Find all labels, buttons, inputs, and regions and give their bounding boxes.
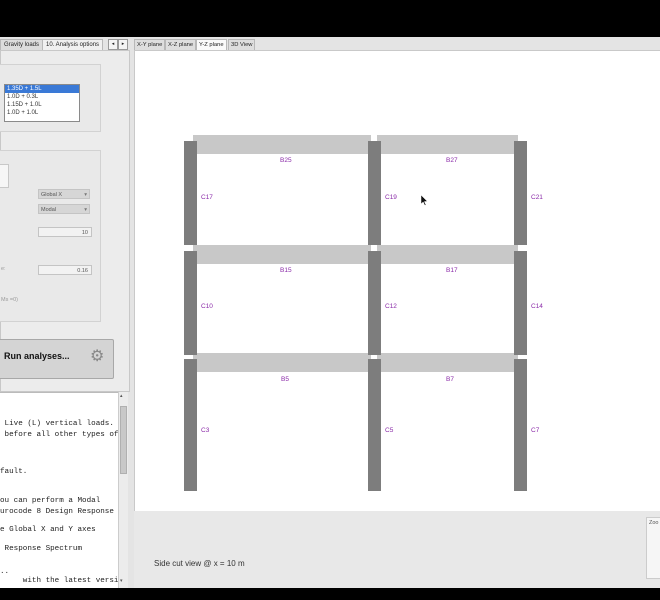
log-line: urocode 8 Design Response <box>0 508 114 516</box>
tab-y-z-plane[interactable]: Y-Z plane <box>196 39 227 50</box>
tab-x-y-plane[interactable]: X-Y plane <box>134 39 166 50</box>
beam-label: B7 <box>446 376 454 383</box>
beam-label: B5 <box>281 376 289 383</box>
column-c10[interactable] <box>184 251 197 355</box>
analysis-options-panel: 1.35D + 1.5L 1.0D + 0.3L 1.15D + 1.0L 1.… <box>0 50 130 392</box>
scroll-up-icon[interactable]: ▴ <box>120 393 123 399</box>
beam-b5[interactable] <box>193 353 371 372</box>
column-c21[interactable] <box>514 141 527 245</box>
mouse-cursor-icon <box>421 195 428 206</box>
run-analyses-button[interactable]: Run analyses... ⚙ <box>0 339 114 379</box>
partial-field[interactable] <box>0 164 9 188</box>
list-item[interactable]: 1.15D + 1.0L <box>5 101 79 109</box>
tab-3d-view[interactable]: 3D View <box>228 39 256 50</box>
beam-b15[interactable] <box>193 245 371 264</box>
beam-b25[interactable] <box>193 135 371 154</box>
log-line: e Global X and Y axes <box>0 526 96 534</box>
column-label: C3 <box>201 427 210 434</box>
column-c5[interactable] <box>368 359 381 491</box>
structure-canvas[interactable]: B25 B27 B15 B17 B5 B7 C17 C19 C21 C10 C1… <box>134 50 660 512</box>
log-line: ou can perform a Modal <box>0 497 101 505</box>
cut-view-status: Side cut view @ x = 10 m <box>154 559 245 568</box>
chevron-down-icon: ▾ <box>84 192 87 198</box>
analysis-type-dropdown[interactable]: Modal ▾ <box>38 204 90 214</box>
beam-b27[interactable] <box>377 135 518 154</box>
scrollbar-thumb[interactable] <box>120 406 127 474</box>
column-c14[interactable] <box>514 251 527 355</box>
log-line: before all other types of <box>0 431 118 439</box>
column-label: C21 <box>531 194 543 201</box>
log-line: Response Spectrum <box>0 545 83 553</box>
log-scrollbar[interactable]: ▴ ▾ <box>118 392 128 588</box>
column-label: C17 <box>201 194 213 201</box>
gear-icon: ⚙ <box>90 348 105 365</box>
log-line: Live (L) vertical loads. <box>0 420 114 428</box>
column-label: C10 <box>201 303 213 310</box>
beam-label: B17 <box>446 267 458 274</box>
param-label: e: <box>1 266 6 272</box>
tab-x-z-plane[interactable]: X-Z plane <box>165 39 197 50</box>
top-black-bar <box>0 0 660 37</box>
log-line: .. <box>0 568 10 576</box>
column-c7[interactable] <box>514 359 527 491</box>
run-analyses-label: Run analyses... <box>4 351 70 361</box>
list-item[interactable]: 1.35D + 1.5L <box>5 85 79 93</box>
beam-b17[interactable] <box>377 245 518 264</box>
beam-label: B15 <box>280 267 292 274</box>
status-area: Side cut view @ x = 10 m Zoo <box>134 511 660 588</box>
column-label: C12 <box>385 303 397 310</box>
faint-note: Ms =0) <box>1 297 18 303</box>
chevron-down-icon: ▾ <box>84 207 87 213</box>
column-c17[interactable] <box>184 141 197 245</box>
beam-label: B27 <box>446 157 458 164</box>
column-label: C5 <box>385 427 394 434</box>
zoom-panel[interactable]: Zoo <box>646 517 660 579</box>
list-item[interactable]: 1.0D + 1.0L <box>5 109 79 117</box>
column-c3[interactable] <box>184 359 197 491</box>
tab-scroll-right-icon[interactable]: ▸ <box>118 39 128 50</box>
scroll-down-icon[interactable]: ▾ <box>120 578 123 584</box>
log-line: fault. <box>0 468 28 476</box>
log-line: with the latest version <box>0 577 118 585</box>
column-label: C14 <box>531 303 543 310</box>
param-input[interactable]: 0.16 <box>38 265 92 275</box>
modes-input[interactable]: 10 <box>38 227 92 237</box>
beam-b7[interactable] <box>377 353 518 372</box>
zoom-label: Zoo <box>649 520 659 526</box>
column-label: C19 <box>385 194 397 201</box>
column-c19[interactable] <box>368 141 381 245</box>
column-c12[interactable] <box>368 251 381 355</box>
tab-scroll-left-icon[interactable]: ◂ <box>108 39 118 50</box>
load-combinations-list[interactable]: 1.35D + 1.5L 1.0D + 0.3L 1.15D + 1.0L 1.… <box>4 84 80 122</box>
analysis-log[interactable]: Live (L) vertical loads. before all othe… <box>0 392 118 588</box>
beam-label: B25 <box>280 157 292 164</box>
direction-dropdown[interactable]: Global X ▾ <box>38 189 90 199</box>
bottom-black-bar <box>0 588 660 600</box>
list-item[interactable]: 1.0D + 0.3L <box>5 93 79 101</box>
application-window: Gravity loads 10. Analysis options ◂ ▸ 1… <box>0 37 660 588</box>
column-label: C7 <box>531 427 540 434</box>
